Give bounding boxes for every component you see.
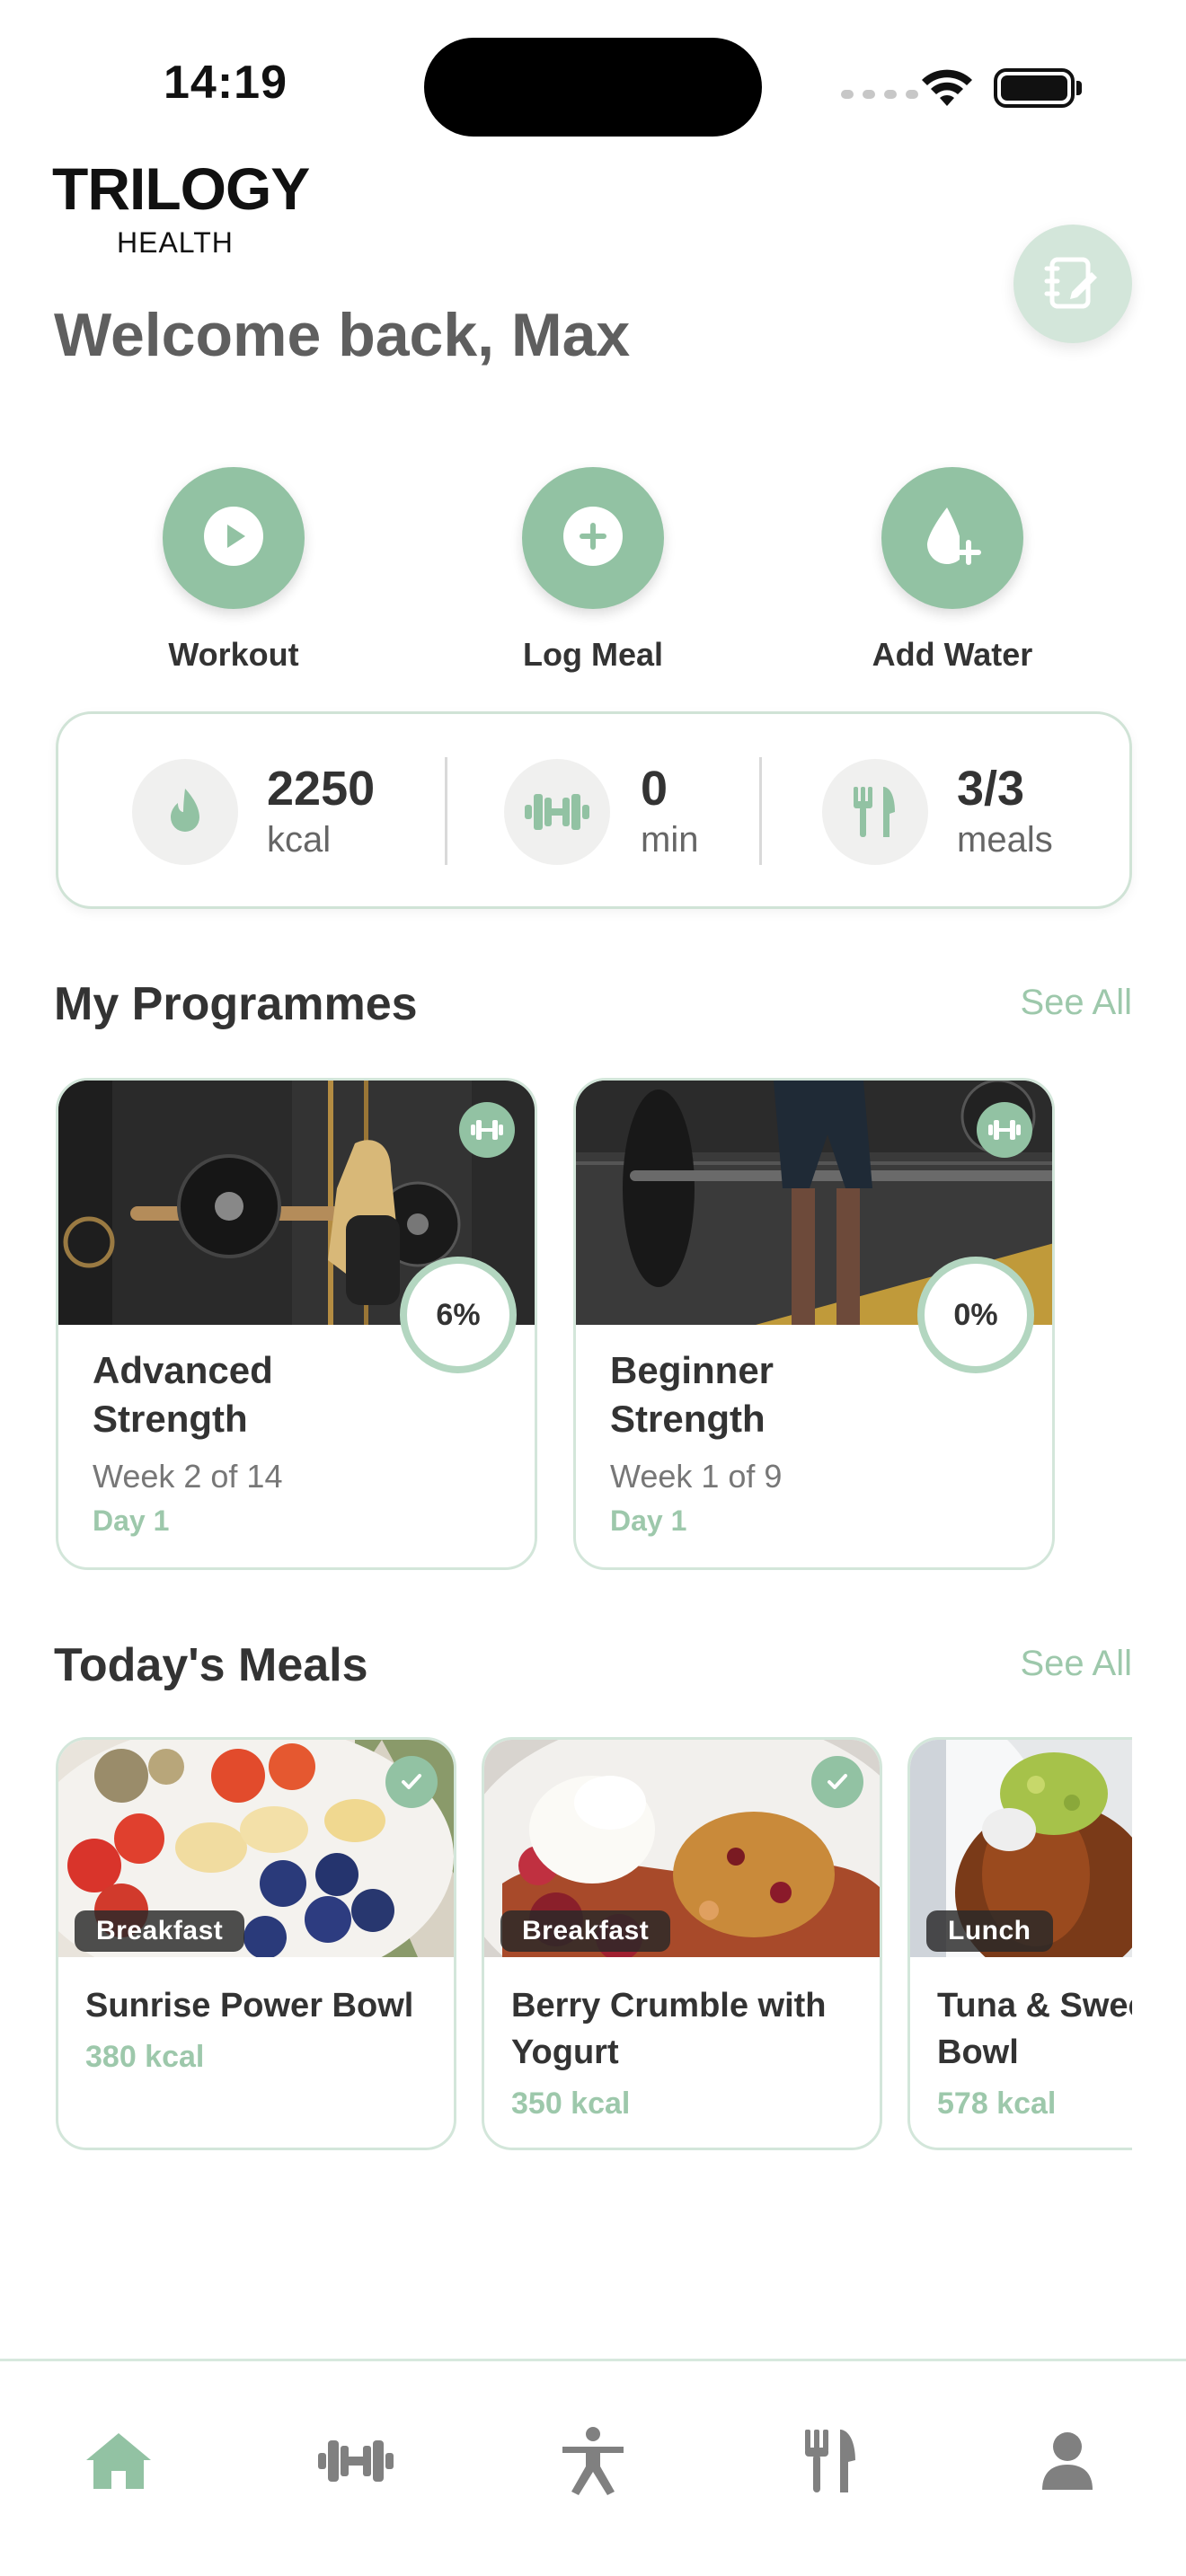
programme-title: Advanced Strength [93, 1349, 273, 1440]
water-drop-plus-icon [916, 500, 988, 577]
daily-stats-card: 2250 kcal 0 min 3/3 meals [56, 711, 1132, 909]
welcome-heading: Welcome back, Max [54, 301, 631, 369]
exercise-figure-icon [559, 2425, 627, 2501]
progress-ring: 6% [400, 1257, 517, 1373]
notebook-edit-icon [1041, 251, 1104, 318]
meals-carousel[interactable]: Breakfast Sunrise Power Bowl 380 kcal Br… [54, 1737, 1132, 2152]
meal-type-tag: Breakfast [500, 1910, 671, 1952]
meal-name: Tuna & Sweet Potato Bowl [937, 1987, 1132, 2071]
programmes-see-all-link[interactable]: See All [1020, 983, 1132, 1023]
stats-divider [759, 757, 762, 865]
meal-image: Breakfast [58, 1740, 454, 1957]
brand-logo-sub: HEALTH [117, 226, 234, 259]
programme-week: Week 2 of 14 [93, 1458, 283, 1495]
dumbbell-icon [504, 759, 610, 865]
programme-day: Day 1 [93, 1504, 170, 1537]
meals-see-all-link[interactable]: See All [1020, 1644, 1132, 1684]
workout-minutes-value: 0 [641, 762, 668, 816]
status-time: 14:19 [164, 57, 288, 109]
stats-divider [445, 757, 447, 865]
calories-value: 2250 [267, 762, 376, 816]
workout-action[interactable]: Workout [99, 467, 368, 674]
dumbbell-icon [316, 2431, 395, 2495]
programme-title: Beginner Strength [610, 1349, 774, 1440]
log-meal-action[interactable]: Log Meal [458, 467, 728, 674]
workout-button[interactable] [163, 467, 305, 609]
tab-activity[interactable] [539, 2413, 647, 2512]
meal-calories: 380 kcal [85, 2040, 205, 2074]
check-icon [385, 1756, 438, 1808]
programme-card[interactable]: 6% Advanced Strength Week 2 of 14 Day 1 [56, 1078, 537, 1570]
programme-card[interactable]: 0% Beginner Strength Week 1 of 9 Day 1 [573, 1078, 1055, 1570]
progress-ring: 0% [917, 1257, 1034, 1373]
meal-calories: 578 kcal [937, 2086, 1057, 2121]
notes-button[interactable] [1013, 225, 1132, 343]
add-water-button[interactable] [881, 467, 1023, 609]
profile-icon [1039, 2430, 1096, 2496]
meal-image: Lunch [910, 1740, 1132, 1957]
flame-icon [132, 759, 238, 865]
meal-card[interactable]: Breakfast Sunrise Power Bowl 380 kcal [56, 1737, 456, 2150]
dumbbell-icon [977, 1102, 1032, 1158]
meals-unit: meals [957, 820, 1053, 860]
play-icon [202, 505, 265, 572]
cutlery-icon [822, 759, 928, 865]
workout-label: Workout [168, 636, 299, 673]
calories-unit: kcal [267, 820, 332, 860]
meal-name: Berry Crumble with Yogurt [511, 1987, 827, 2071]
dynamic-island [424, 38, 762, 137]
programmes-heading: My Programmes [54, 978, 418, 1030]
meal-type-tag: Breakfast [75, 1910, 245, 1952]
tab-home[interactable] [65, 2413, 173, 2512]
home-icon [83, 2430, 155, 2497]
cellular-signal-icon [841, 90, 918, 99]
wifi-icon [918, 66, 976, 114]
programme-week: Week 1 of 9 [610, 1458, 783, 1495]
tab-profile[interactable] [1013, 2413, 1121, 2512]
meal-card[interactable]: Breakfast Berry Crumble with Yogurt 350 … [482, 1737, 882, 2150]
cutlery-icon [801, 2428, 859, 2499]
meal-type-tag: Lunch [926, 1910, 1053, 1952]
plus-icon [562, 505, 624, 572]
programme-day: Day 1 [610, 1504, 687, 1537]
brand-logo: TRILOGY [52, 155, 310, 222]
dumbbell-icon [459, 1102, 515, 1158]
meal-calories: 350 kcal [511, 2086, 631, 2121]
log-meal-label: Log Meal [522, 636, 663, 673]
add-water-label: Add Water [872, 636, 1033, 673]
battery-icon [994, 68, 1082, 108]
tab-workouts[interactable] [302, 2413, 410, 2512]
meal-name: Sunrise Power Bowl [85, 1987, 414, 2025]
add-water-action[interactable]: Add Water [818, 467, 1087, 674]
log-meal-button[interactable] [522, 467, 664, 609]
workout-minutes-unit: min [641, 820, 699, 860]
meals-value: 3/3 [957, 762, 1025, 816]
tab-bar [0, 2359, 1186, 2576]
meals-heading: Today's Meals [54, 1639, 368, 1691]
tab-nutrition[interactable] [776, 2413, 884, 2512]
meal-image: Breakfast [484, 1740, 880, 1957]
check-icon [811, 1756, 863, 1808]
meal-card[interactable]: Lunch Tuna & Sweet Potato Bowl 578 kcal [907, 1737, 1132, 2150]
